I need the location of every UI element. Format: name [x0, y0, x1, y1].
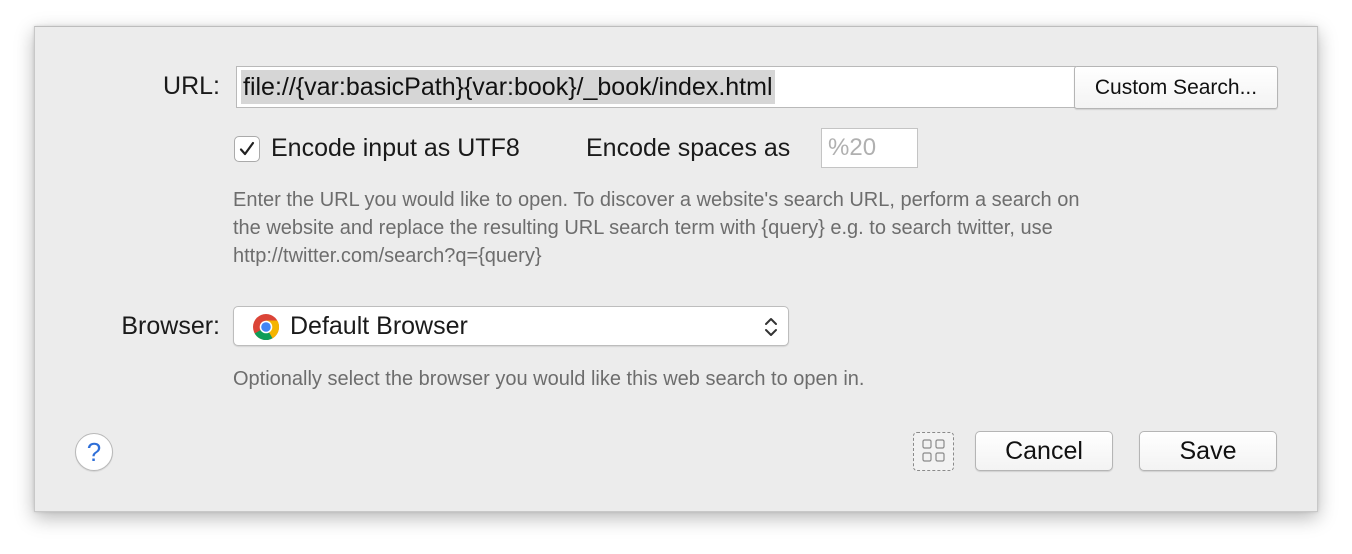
chevron-updown-icon: [765, 318, 777, 336]
url-input[interactable]: file://{var:basicPath}{var:book}/_book/i…: [236, 66, 1076, 108]
checkmark-icon: [239, 141, 255, 156]
url-help-line: http://twitter.com/search?q={query}: [233, 245, 542, 267]
help-button[interactable]: ?: [75, 433, 113, 471]
browser-select-value: Default Browser: [290, 312, 468, 340]
save-button[interactable]: Save: [1139, 431, 1277, 471]
url-label: URL:: [163, 72, 220, 100]
chrome-icon: [253, 314, 280, 341]
encode-utf8-label: Encode input as UTF8: [271, 134, 520, 162]
grid-icon-glyph: [922, 439, 945, 462]
browser-label: Browser:: [121, 312, 220, 340]
browser-select[interactable]: Default Browser: [233, 306, 789, 346]
custom-search-button[interactable]: Custom Search...: [1074, 66, 1278, 109]
encode-spaces-input[interactable]: %20: [821, 128, 918, 168]
encode-utf8-checkbox[interactable]: [234, 136, 260, 162]
encode-spaces-placeholder: %20: [828, 134, 877, 161]
cancel-button[interactable]: Cancel: [975, 431, 1113, 471]
url-help-line: Enter the URL you would like to open. To…: [233, 189, 1080, 211]
url-help-line: the website and replace the resulting UR…: [233, 217, 1053, 239]
url-input-value: file://{var:basicPath}{var:book}/_book/i…: [241, 70, 775, 104]
encode-spaces-label: Encode spaces as: [586, 134, 791, 162]
url-help-text: Enter the URL you would like to open. To…: [233, 186, 1243, 270]
grid-icon[interactable]: [913, 432, 954, 471]
browser-help-text: Optionally select the browser you would …: [233, 368, 865, 390]
